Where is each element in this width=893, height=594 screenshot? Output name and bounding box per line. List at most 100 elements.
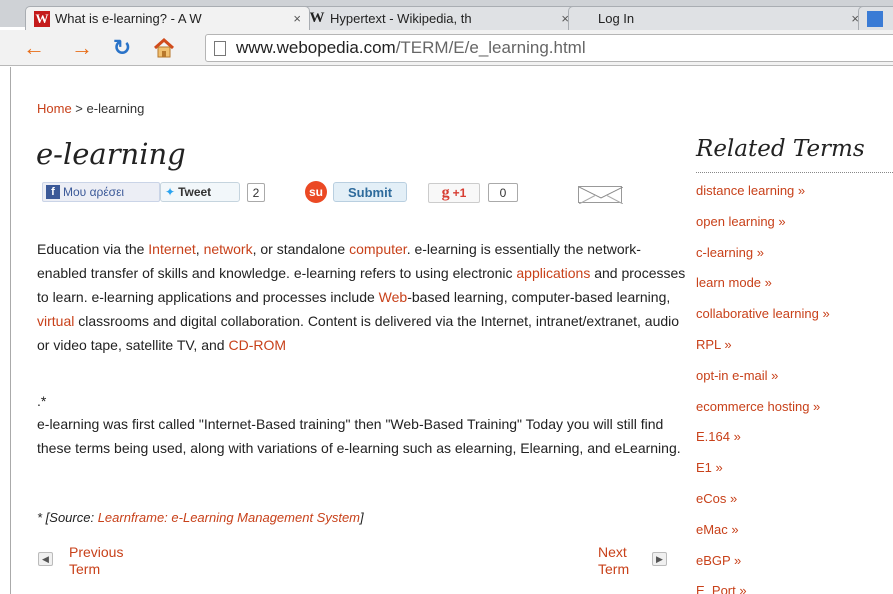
email-icon[interactable] [578, 186, 623, 204]
related-term-link[interactable]: eMac » [696, 522, 739, 537]
previous-term-link[interactable]: ◀ Previous Term [38, 544, 158, 578]
inline-link[interactable]: virtual [37, 313, 74, 329]
login-grid-icon [577, 11, 593, 27]
source-link[interactable]: Learnframe: e-Learning Management System [98, 510, 360, 525]
page-border [10, 67, 11, 594]
related-term-link[interactable]: E1 » [696, 460, 723, 475]
source-suffix: ] [360, 510, 364, 525]
related-term-item: E_Port » [696, 579, 830, 594]
dotted-divider [696, 172, 893, 173]
new-tab-partial[interactable] [858, 6, 893, 30]
wikipedia-w-icon: W [309, 10, 325, 26]
browser-toolbar: ← → ↻ www.webopedia.com/TERM/E/e_learnin… [0, 30, 893, 66]
url-host: www.webopedia.com [236, 38, 396, 57]
google-plus-label: +1 [452, 186, 467, 200]
inline-link[interactable]: Web [379, 289, 408, 305]
facebook-like-button[interactable]: f Μου αρέσει [42, 182, 160, 202]
related-term-link[interactable]: RPL » [696, 337, 732, 352]
tab-webopedia[interactable]: W What is e-learning? - A W × [25, 6, 310, 30]
related-term-link[interactable]: E.164 » [696, 429, 741, 444]
next-term-link[interactable]: Next Term ▶ [598, 544, 668, 578]
google-plus-icon: g [441, 184, 450, 201]
google-plus-count: 0 [488, 183, 518, 202]
arrow-right-icon: ▶ [652, 552, 667, 566]
google-plus-button[interactable]: g +1 [428, 183, 480, 203]
related-term-link[interactable]: learn mode » [696, 275, 772, 290]
related-term-link[interactable]: eBGP » [696, 553, 741, 568]
inline-link[interactable]: computer [349, 241, 407, 257]
tab-title: Hypertext - Wikipedia, th [330, 11, 472, 26]
tweet-label: Tweet [178, 185, 212, 199]
related-term-item: open learning » [696, 210, 830, 241]
facebook-icon: f [46, 185, 60, 199]
url-path: /TERM/E/e_learning.html [395, 38, 586, 57]
breadcrumb: Home > e-learning [37, 101, 144, 116]
address-bar[interactable]: www.webopedia.com/TERM/E/e_learning.html [205, 34, 893, 62]
back-arrow-icon[interactable]: ← [22, 35, 46, 60]
related-term-item: opt-in e-mail » [696, 364, 830, 395]
related-term-item: eCos » [696, 487, 830, 518]
paragraph-text: -based learning, computer-based learning… [407, 289, 671, 305]
facebook-like-label: Μου αρέσει [63, 185, 125, 199]
history-paragraph: e-learning was first called "Internet-Ba… [37, 416, 681, 456]
related-term-item: E.164 » [696, 425, 830, 456]
inline-link[interactable]: Internet [148, 241, 195, 257]
inline-link[interactable]: applications [516, 265, 590, 281]
home-icon[interactable] [152, 36, 176, 60]
related-term-link[interactable]: collaborative learning » [696, 306, 830, 321]
social-bar: f Μου αρέσει ✦ Tweet 2 su Submit g +1 0 [42, 181, 642, 204]
paragraph-text: , or standalone [252, 241, 350, 257]
page-icon [214, 40, 226, 56]
breadcrumb-separator: > [71, 101, 87, 116]
reload-icon[interactable]: ↻ [110, 35, 134, 60]
paragraph-text: Education via the [37, 241, 149, 257]
related-terms-list: distance learning » open learning » c-lear… [696, 179, 830, 594]
related-term-item: learn mode » [696, 271, 830, 302]
forward-arrow-icon[interactable]: → [70, 35, 94, 60]
footnote-mark: .* [37, 393, 47, 409]
related-term-item: distance learning » [696, 179, 830, 210]
breadcrumb-home-link[interactable]: Home [37, 101, 72, 116]
related-term-item: eBGP » [696, 549, 830, 580]
webopedia-w-icon: W [34, 10, 50, 27]
previous-term-label: Term [69, 561, 101, 577]
related-terms-heading: Related Terms [696, 136, 865, 162]
definition-paragraph: Education via the Internet, network, or … [37, 237, 687, 357]
tweet-button[interactable]: ✦ Tweet [160, 182, 240, 202]
related-term-item: c-learning » [696, 241, 830, 272]
related-term-link[interactable]: E_Port » [696, 583, 747, 594]
breadcrumb-current: e-learning [86, 101, 145, 116]
related-term-item: RPL » [696, 333, 830, 364]
related-term-link[interactable]: opt-in e-mail » [696, 368, 778, 383]
paragraph-text: , [195, 241, 204, 257]
related-term-link[interactable]: eCos » [696, 491, 737, 506]
related-term-item: E1 » [696, 456, 830, 487]
related-term-item: eMac » [696, 518, 830, 549]
related-term-link[interactable]: open learning » [696, 214, 786, 229]
tweet-count: 2 [247, 183, 265, 202]
related-term-link[interactable]: ecommerce hosting » [696, 399, 820, 414]
related-term-link[interactable]: c-learning » [696, 245, 764, 260]
arrow-left-icon: ◀ [38, 552, 53, 566]
stumbleupon-icon[interactable]: su [305, 181, 327, 203]
app-icon [867, 10, 883, 27]
tab-wikipedia[interactable]: W Hypertext - Wikipedia, th × [300, 6, 578, 30]
tab-title: What is e-learning? - A W [55, 11, 202, 26]
related-term-item: ecommerce hosting » [696, 395, 830, 426]
tab-login[interactable]: Log In × [568, 6, 868, 30]
inline-link[interactable]: network [204, 241, 253, 257]
close-icon[interactable]: × [293, 11, 301, 26]
twitter-bird-icon: ✦ [165, 185, 176, 199]
submit-button[interactable]: Submit [333, 182, 407, 202]
paragraph-text: classrooms and digital collaboration. Co… [37, 313, 680, 353]
related-term-link[interactable]: distance learning » [696, 183, 805, 198]
inline-link[interactable]: CD-ROM [228, 337, 286, 353]
tab-title: Log In [598, 11, 635, 26]
source-line: * [Source: Learnframe: e-Learning Manage… [37, 506, 687, 530]
page-title: e-learning [36, 137, 186, 171]
related-term-item: collaborative learning » [696, 302, 830, 333]
page-content: Home > e-learning e-learning f Μου αρέσε… [0, 67, 893, 594]
previous-label: Previous [69, 544, 124, 560]
source-prefix: * [Source: [37, 510, 98, 525]
tab-strip: W What is e-learning? - A W × W Hypertex… [0, 0, 893, 30]
